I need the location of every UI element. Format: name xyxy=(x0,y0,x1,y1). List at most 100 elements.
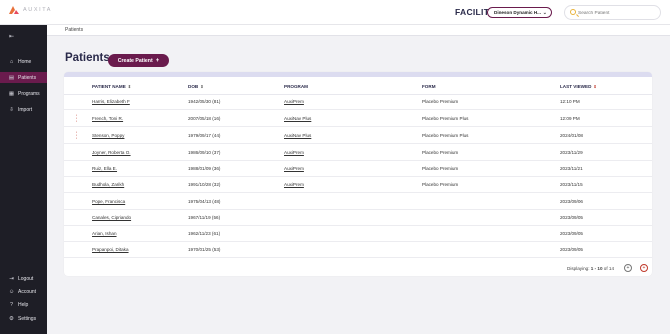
top-bar: AUXITA FACILITY Dineson Dynamic H... ⌄ xyxy=(0,0,670,25)
sidebar-item-label: Help xyxy=(18,301,29,308)
sidebar-item-label: Patients xyxy=(18,74,37,81)
sidebar-item-programs[interactable]: ▦ Programs xyxy=(0,88,47,99)
account-icon: ☺ xyxy=(8,288,15,295)
previous-page-button[interactable]: + xyxy=(624,264,632,272)
cell-name[interactable]: Stenson, Poppy xyxy=(92,133,124,138)
column-header-label: PROGRAM xyxy=(284,84,308,89)
settings-icon: ⚙ xyxy=(9,315,14,322)
cell-dob: 1942/05/30 (81) xyxy=(188,99,221,104)
cell-name[interactable]: Budhola, Zarikh xyxy=(92,182,124,187)
cell-last-viewed: 2023/11/15 xyxy=(560,182,583,187)
pagination-text: Displaying: 1 - 10 of 14 xyxy=(567,266,614,271)
column-header-dob[interactable]: DOB ⇕ xyxy=(188,84,204,89)
cell-dob: 1967/11/19 (56) xyxy=(188,215,221,220)
sidebar-item-label: Programs xyxy=(18,90,40,97)
cell-name[interactable]: Prapanpoi, Ditaka xyxy=(92,247,129,252)
cell-form: Placebo Premium Plus xyxy=(422,133,469,138)
pagination-prefix: Displaying: xyxy=(567,266,590,271)
sort-icon[interactable]: ⇕ xyxy=(593,84,596,89)
cell-dob: 1962/11/23 (61) xyxy=(188,231,221,236)
search-box[interactable] xyxy=(564,5,661,20)
table-top-strip xyxy=(64,72,652,77)
facility-select[interactable]: Dineson Dynamic H... ⌄ xyxy=(487,7,552,18)
table-row[interactable]: Ruiz, Ella E. 1988/01/09 (36) AuxiPrem Plac… xyxy=(64,161,652,177)
cell-dob: 2007/05/18 (16) xyxy=(188,116,221,121)
cell-name[interactable]: French, Toni R. xyxy=(92,116,123,121)
sidebar-item-patients[interactable]: ▤ Patients xyxy=(0,72,47,83)
facility-select-value: Dineson Dynamic H... xyxy=(494,10,541,15)
sidebar-item-account[interactable]: ☺ Account xyxy=(0,286,47,297)
create-patient-button[interactable]: Create Patient + xyxy=(108,54,169,67)
table-row[interactable]: Pope, Francisca 1975/04/13 (48) 2023/09/06 xyxy=(64,194,652,210)
cell-last-viewed: 2023/09/05 xyxy=(560,247,583,252)
column-header-label: LAST VIEWED xyxy=(560,84,592,89)
cell-dob: 1970/01/25 (53) xyxy=(188,247,221,252)
sort-icon[interactable]: ⇕ xyxy=(200,84,203,89)
sidebar-item-help[interactable]: ? Help xyxy=(0,299,47,310)
sidebar-item-home[interactable]: ⌂ Home xyxy=(0,56,47,67)
cell-name[interactable]: Canales, Cipriando xyxy=(92,215,131,220)
cell-dob: 1975/04/13 (48) xyxy=(188,199,221,204)
cell-program[interactable]: AuxiPrem xyxy=(284,99,304,104)
cell-dob: 1979/09/17 (44) xyxy=(188,133,221,138)
column-header-label: PATIENT NAME xyxy=(92,84,126,89)
cell-form: Placebo Premium xyxy=(422,150,459,155)
column-header-patient-name[interactable]: PATIENT NAME ⇕ xyxy=(92,84,131,89)
sidebar-item-logout[interactable]: ⇥ Logout xyxy=(0,273,47,284)
cell-name[interactable]: Ruiz, Ella E. xyxy=(92,166,117,171)
table-row[interactable]: Prapanpoi, Ditaka 1970/01/25 (53) 2023/09/… xyxy=(64,242,652,258)
column-header-label: DOB xyxy=(188,84,199,89)
chevron-down-icon: ⌄ xyxy=(542,10,547,16)
cell-program[interactable]: AuxiPrem xyxy=(284,166,304,171)
cell-form: Placebo Premium Plus xyxy=(422,116,469,121)
cell-last-viewed: 2023/09/06 xyxy=(560,199,583,204)
column-header-last-viewed[interactable]: LAST VIEWED ⇕ xyxy=(560,84,597,89)
table-row[interactable]: · · · Stenson, Poppy 1979/09/17 (44) AuxiNav … xyxy=(64,128,652,144)
patients-table: PATIENT NAME ⇕ DOB ⇕ PROGRAM FORM LAST VIEWED ⇕… xyxy=(64,72,652,276)
cell-program[interactable]: AuxiPrem xyxy=(284,150,304,155)
column-header-form: FORM xyxy=(422,84,436,89)
next-page-button[interactable]: + xyxy=(640,264,648,272)
page-title: Patients xyxy=(65,52,110,64)
row-menu-icon[interactable]: · · · xyxy=(75,129,78,142)
table-row[interactable]: Arian, Ishan 1962/11/23 (61) 2023/09/05 xyxy=(64,226,652,242)
breadcrumb-bar: Patients xyxy=(47,25,670,36)
cell-program[interactable]: AuxiPrem xyxy=(284,182,304,187)
cell-program[interactable]: AuxiNav Plus xyxy=(284,133,311,138)
home-icon: ⌂ xyxy=(9,58,14,65)
cell-form: Placebo Premium xyxy=(422,166,459,171)
cell-last-viewed: 2023/09/05 xyxy=(560,215,583,220)
sidebar-item-label: Logout xyxy=(18,275,34,282)
table-row[interactable]: Joyner, Roberta O. 1986/09/10 (37) AuxiPre… xyxy=(64,145,652,161)
patients-icon: ▤ xyxy=(8,74,15,81)
cell-form: Placebo Premium xyxy=(422,99,459,104)
collapse-sidebar-icon[interactable]: ⇤ xyxy=(9,33,14,40)
sidebar-item-settings[interactable]: ⚙ Settings xyxy=(0,313,47,324)
logout-icon: ⇥ xyxy=(9,275,14,282)
cell-last-viewed: 2024/01/08 xyxy=(560,133,583,138)
help-icon: ? xyxy=(9,301,14,308)
cell-name[interactable]: Joyner, Roberta O. xyxy=(92,150,131,155)
breadcrumb[interactable]: Patients xyxy=(65,27,83,33)
search-input[interactable] xyxy=(578,9,658,17)
column-header-label: FORM xyxy=(422,84,436,89)
cell-dob: 1991/10/28 (32) xyxy=(188,182,221,187)
row-menu-icon[interactable]: · · · xyxy=(75,112,78,125)
cell-last-viewed: 2023/09/05 xyxy=(560,231,583,236)
brand-logo[interactable]: AUXITA xyxy=(9,6,52,14)
pagination-range: 1 - 10 xyxy=(590,266,603,271)
brand-name: AUXITA xyxy=(23,7,53,13)
cell-name[interactable]: Arian, Ishan xyxy=(92,231,117,236)
table-row[interactable]: Canales, Cipriando 1967/11/19 (56) 2023/09… xyxy=(64,210,652,226)
cell-name[interactable]: Harris, Elizabeth F xyxy=(92,99,130,104)
cell-program[interactable]: AuxiNav Plus xyxy=(284,116,311,121)
cell-name[interactable]: Pope, Francisca xyxy=(92,199,125,204)
sidebar-item-label: Home xyxy=(18,58,32,65)
sort-icon[interactable]: ⇕ xyxy=(128,84,131,89)
sidebar-item-import[interactable]: ⇩ Import xyxy=(0,104,47,115)
table-row[interactable]: · · · French, Toni R. 2007/05/18 (16) AuxiNav… xyxy=(64,111,652,127)
programs-icon: ▦ xyxy=(8,90,15,97)
table-row[interactable]: Harris, Elizabeth F 1942/05/30 (81) AuxiPr… xyxy=(64,94,652,110)
table-row[interactable]: Budhola, Zarikh 1991/10/28 (32) AuxiPrem Pl… xyxy=(64,177,652,193)
cell-dob: 1986/09/10 (37) xyxy=(188,150,221,155)
